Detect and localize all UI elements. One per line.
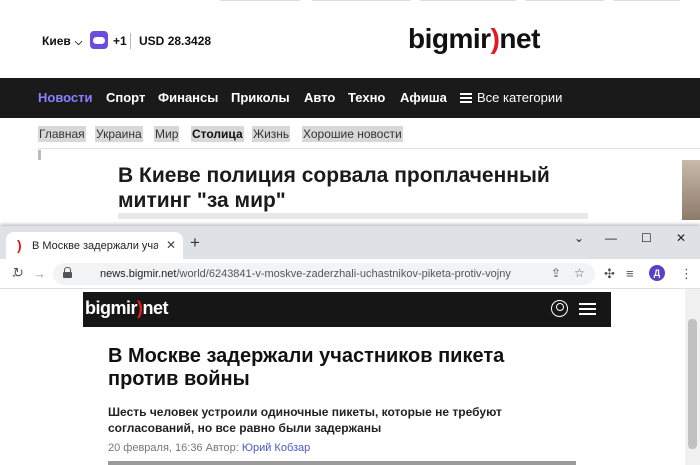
hamburger-menu-icon[interactable]	[579, 303, 596, 315]
new-tab-button[interactable]: +	[190, 234, 200, 251]
close-window-button[interactable]: ✕	[676, 231, 686, 245]
background-image-strip	[118, 213, 588, 219]
tab-search-icon[interactable]: ⌄	[574, 231, 584, 245]
chevron-down-icon: ⌵	[74, 37, 83, 48]
subnav-item-life[interactable]: Жизнь	[252, 126, 291, 142]
divider-mark	[38, 150, 41, 160]
weather-cloud-icon[interactable]	[90, 31, 108, 49]
user-account-icon[interactable]	[551, 300, 568, 317]
nav-item-afisha[interactable]: Афиша	[400, 90, 447, 105]
browser-toolbar: ← → ↻ news.bigmir.net/world/6243841-v-mo…	[0, 259, 700, 289]
article-image	[108, 461, 576, 465]
site-logo[interactable]: bigmir)net	[408, 23, 540, 55]
logo-text-right: net	[499, 23, 540, 54]
nav-item-news[interactable]: Новости	[38, 90, 93, 105]
article-title: В Москве задержали участников пикета про…	[108, 345, 505, 390]
forward-arrow-icon[interactable]: →	[33, 266, 46, 281]
nav-item-tech[interactable]: Техно	[348, 90, 385, 105]
subnav-item-main[interactable]: Главная	[38, 126, 86, 142]
currency-value: 28.3428	[167, 34, 212, 48]
article-author[interactable]: Юрий Кобзар	[242, 442, 310, 454]
site-logo-small[interactable]: bigmir)net	[85, 298, 169, 319]
lock-icon[interactable]	[63, 267, 72, 278]
city-name: Киев	[42, 34, 71, 48]
address-bar[interactable]: ↻ news.bigmir.net/world/6243841-v-moskve…	[13, 263, 595, 285]
url-text[interactable]: news.bigmir.net/world/6243841-v-moskve-z…	[100, 268, 511, 280]
author-label: Автор:	[205, 442, 239, 454]
nav-all-categories-label: Все категории	[477, 90, 563, 105]
currency-rate[interactable]: USD 28.3428	[139, 34, 211, 48]
logo-text-right: net	[142, 298, 169, 318]
divider	[38, 148, 700, 149]
tab-title: В Москве задержали участников пикета про…	[32, 240, 158, 252]
subnav-item-world[interactable]: Мир	[154, 126, 180, 142]
main-navigation: Новости Спорт Финансы Приколы Авто Техно…	[0, 78, 700, 118]
maximize-button[interactable]: ☐	[641, 231, 652, 245]
nav-item-sport[interactable]: Спорт	[106, 90, 145, 105]
city-selector[interactable]: Киев ⌵	[42, 34, 82, 48]
reload-icon[interactable]: ↻	[13, 265, 24, 281]
favicon-icon: )	[17, 237, 22, 253]
scrollbar-thumb[interactable]	[688, 319, 697, 449]
url-domain: news.bigmir.net	[100, 268, 177, 280]
profile-avatar[interactable]: Д	[649, 265, 665, 281]
scrollbar[interactable]	[685, 289, 700, 465]
currency-code: USD	[139, 34, 165, 48]
temperature: +1	[113, 34, 127, 48]
nav-item-jokes[interactable]: Приколы	[231, 90, 290, 105]
divider	[130, 33, 131, 49]
sub-navigation: Главная Украина Мир Столица Жизнь Хороши…	[0, 126, 700, 144]
nav-all-categories[interactable]: Все категории	[460, 90, 562, 105]
close-tab-icon[interactable]: ✕	[166, 238, 176, 252]
logo-text-left: bigmir	[408, 23, 491, 54]
logo-text-left: bigmir	[85, 298, 138, 318]
browser-window: ) В Москве задержали участников пикета п…	[0, 226, 700, 465]
side-thumbnail[interactable]	[682, 160, 700, 220]
top-dividers	[220, 0, 680, 2]
subnav-item-ukraine[interactable]: Украина	[95, 126, 143, 142]
share-icon[interactable]: ⇪	[551, 266, 561, 280]
bookmark-star-icon[interactable]: ☆	[574, 266, 585, 280]
browser-tab[interactable]: ) В Москве задержали участников пикета п…	[6, 232, 183, 259]
tab-bar: ) В Москве задержали участников пикета п…	[0, 226, 700, 259]
media-control-icon[interactable]: ≡	[626, 266, 634, 281]
subnav-item-capital[interactable]: Столица	[191, 126, 244, 142]
browser-menu-icon[interactable]: ⋮	[680, 266, 693, 282]
url-path: /world/6243841-v-moskve-zaderzhali-uchas…	[176, 268, 511, 280]
minimize-button[interactable]: —	[605, 231, 617, 245]
extensions-puzzle-icon[interactable]: ✣	[604, 266, 615, 282]
article-lead: Шесть человек устроили одиночные пикеты,…	[108, 405, 502, 435]
nav-item-finance[interactable]: Финансы	[158, 90, 218, 105]
article-date: 20 февраля, 16:36	[108, 442, 203, 454]
article-meta: 20 февраля, 16:36 Автор: Юрий Кобзар	[108, 442, 310, 454]
background-headline[interactable]: В Киеве полиция сорвала проплаченный мит…	[118, 163, 588, 213]
nav-item-auto[interactable]: Авто	[304, 90, 335, 105]
menu-icon	[460, 93, 472, 103]
top-info-bar: Киев ⌵ +1 USD 28.3428	[0, 28, 700, 56]
subnav-item-good-news[interactable]: Хорошие новости	[302, 126, 403, 142]
site-header: bigmir)net	[83, 292, 611, 327]
